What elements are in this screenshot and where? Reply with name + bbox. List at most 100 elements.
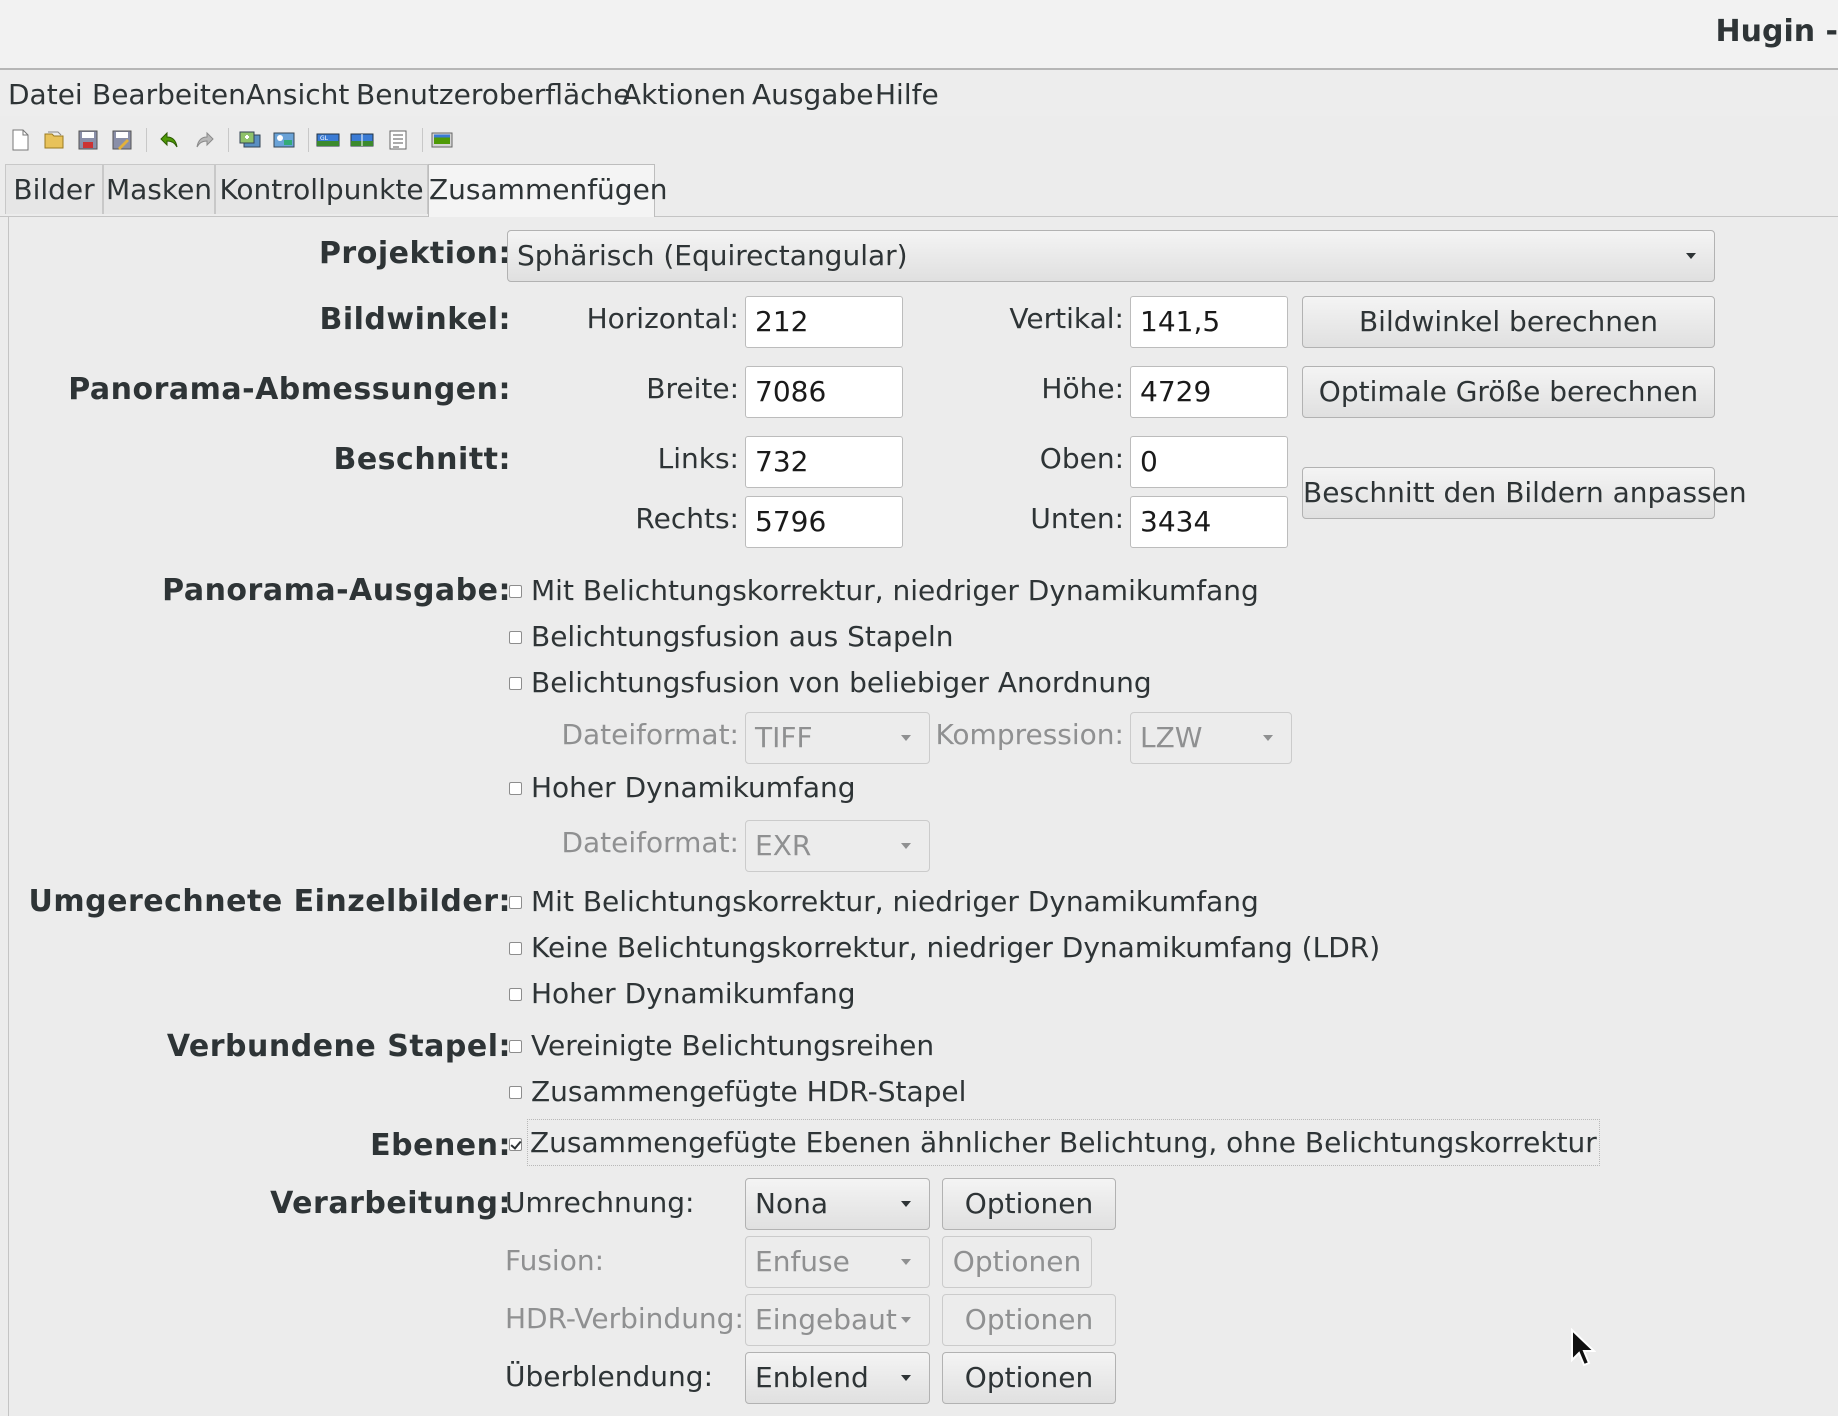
fov-horizontal-label: Horizontal:: [586, 302, 739, 335]
remapped-exposure-corrected-label[interactable]: Mit Belichtungskorrektur, niedriger Dyna…: [531, 885, 1259, 918]
fov-vertical-label: Vertikal:: [1009, 302, 1124, 335]
remapper-options-button[interactable]: Optionen: [942, 1178, 1116, 1230]
output-exposure-corrected-label[interactable]: Mit Belichtungskorrektur, niedriger Dyna…: [531, 574, 1259, 607]
hdr-stacks-label[interactable]: Zusammengefügte HDR-Stapel: [531, 1075, 966, 1108]
fusion-combo[interactable]: Enfuse: [745, 1236, 930, 1288]
redo-icon[interactable]: [192, 128, 216, 152]
output-exposure-corrected-checkbox[interactable]: [509, 585, 522, 598]
calculate-optimal-size-button[interactable]: Optimale Größe berechnen: [1302, 366, 1715, 418]
ldr-format-label: Dateiformat:: [561, 718, 739, 751]
compression-label: Kompression:: [935, 718, 1124, 751]
chevron-down-icon: [901, 1375, 911, 1381]
chevron-down-icon: [901, 843, 911, 849]
hdr-merge-combo[interactable]: Eingebaut: [745, 1294, 930, 1346]
menu-aktionen[interactable]: Aktionen: [622, 78, 746, 111]
output-fused-any-label[interactable]: Belichtungsfusion von beliebiger Anordnu…: [531, 666, 1152, 699]
fit-crop-to-images-button[interactable]: Beschnitt den Bildern anpassen: [1302, 467, 1747, 519]
remapped-no-correction-checkbox[interactable]: [509, 942, 522, 955]
hdr-format-combo[interactable]: EXR: [745, 820, 930, 872]
remapper-value: Nona: [755, 1187, 828, 1220]
hdr-merge-value: Eingebaut: [755, 1303, 897, 1336]
projection-value: Sphärisch (Equirectangular): [517, 239, 908, 272]
hdr-merge-options-button[interactable]: Optionen: [942, 1294, 1116, 1346]
menu-datei[interactable]: Datei: [8, 78, 83, 111]
tab-kontrollpunkte[interactable]: Kontrollpunkte: [215, 164, 428, 214]
output-fused-stacks-label[interactable]: Belichtungsfusion aus Stapeln: [531, 620, 954, 653]
ldr-format-value: TIFF: [755, 721, 813, 754]
add-time-series-icon[interactable]: [272, 128, 296, 152]
ldr-format-combo[interactable]: TIFF: [745, 712, 930, 764]
save-as-icon[interactable]: [110, 128, 134, 152]
tab-masken[interactable]: Masken: [103, 164, 215, 214]
menu-benutzeroberflaeche[interactable]: Benutzeroberfläche: [356, 78, 631, 111]
remapped-no-correction-label[interactable]: Keine Belichtungskorrektur, niedriger Dy…: [531, 931, 1380, 964]
crop-right-input[interactable]: 5796: [745, 496, 903, 548]
width-input[interactable]: 7086: [745, 366, 903, 418]
blended-layers-checkbox[interactable]: [509, 1138, 522, 1151]
remapped-exposure-corrected-checkbox[interactable]: [509, 896, 522, 909]
remapper-label: Umrechnung:: [505, 1186, 695, 1219]
toolbar: GL: [0, 118, 1838, 162]
width-label: Breite:: [646, 372, 739, 405]
output-hdr-label[interactable]: Hoher Dynamikumfang: [531, 771, 856, 804]
hdr-format-value: EXR: [755, 829, 812, 862]
tab-bar: Bilder Masken Kontrollpunkte Zusammenfüg…: [0, 164, 1838, 217]
remapper-combo[interactable]: Nona: [745, 1178, 930, 1230]
mouse-cursor-icon: [1571, 1328, 1596, 1367]
save-icon[interactable]: [76, 128, 100, 152]
open-project-icon[interactable]: [42, 128, 66, 152]
tab-zusammenfuegen[interactable]: Zusammenfügen: [428, 164, 668, 217]
stitch-icon[interactable]: [430, 128, 454, 152]
hdr-format-label: Dateiformat:: [561, 826, 739, 859]
fusion-value: Enfuse: [755, 1245, 850, 1278]
blender-options-button[interactable]: Optionen: [942, 1352, 1116, 1404]
fusion-options-button[interactable]: Optionen: [942, 1236, 1092, 1288]
exposure-stacks-checkbox[interactable]: [509, 1040, 522, 1053]
size-label: Panorama-Abmessungen:: [68, 372, 511, 407]
blended-layers-label[interactable]: Zusammengefügte Ebenen ähnlicher Belicht…: [527, 1119, 1600, 1166]
calculate-fov-button[interactable]: Bildwinkel berechnen: [1302, 296, 1715, 348]
crop-bottom-label: Unten:: [1030, 502, 1124, 535]
blender-combo[interactable]: Enblend: [745, 1352, 930, 1404]
chevron-down-icon: [1686, 253, 1696, 259]
fov-vertical-input[interactable]: 141,5: [1130, 296, 1288, 348]
remapped-images-label: Umgerechnete Einzelbilder:: [28, 884, 511, 919]
chevron-down-icon: [901, 1317, 911, 1323]
preview-panorama-icon[interactable]: GL: [316, 128, 340, 152]
optimize-icon[interactable]: [386, 128, 410, 152]
exposure-stacks-label[interactable]: Vereinigte Belichtungsreihen: [531, 1029, 934, 1062]
remapped-hdr-checkbox[interactable]: [509, 988, 522, 1001]
title-bar: Hugin -: [0, 0, 1838, 70]
combined-stacks-label: Verbundene Stapel:: [166, 1029, 511, 1064]
remapped-hdr-label[interactable]: Hoher Dynamikumfang: [531, 977, 856, 1010]
undo-icon[interactable]: [158, 128, 182, 152]
menu-hilfe[interactable]: Hilfe: [875, 78, 939, 111]
output-fused-any-checkbox[interactable]: [509, 677, 522, 690]
new-project-icon[interactable]: [8, 128, 32, 152]
menu-ansicht[interactable]: Ansicht: [246, 78, 349, 111]
crop-left-label: Links:: [657, 442, 739, 475]
svg-text:GL: GL: [320, 135, 329, 142]
height-input[interactable]: 4729: [1130, 366, 1288, 418]
hdr-stacks-checkbox[interactable]: [509, 1086, 522, 1099]
output-hdr-checkbox[interactable]: [509, 782, 522, 795]
add-images-icon[interactable]: [238, 128, 262, 152]
compression-combo[interactable]: LZW: [1130, 712, 1292, 764]
crop-right-label: Rechts:: [635, 502, 739, 535]
chevron-down-icon: [901, 1259, 911, 1265]
crop-top-input[interactable]: 0: [1130, 436, 1288, 488]
blender-label: Überblendung:: [505, 1360, 714, 1393]
projection-label: Projektion:: [318, 236, 511, 271]
menu-ausgabe[interactable]: Ausgabe: [752, 78, 873, 111]
menu-bearbeiten[interactable]: Bearbeiten: [92, 78, 246, 111]
chevron-down-icon: [1263, 735, 1273, 741]
fast-preview-icon[interactable]: [350, 128, 374, 152]
panorama-output-label: Panorama-Ausgabe:: [162, 573, 511, 608]
tab-bilder[interactable]: Bilder: [5, 164, 103, 214]
crop-bottom-input[interactable]: 3434: [1130, 496, 1288, 548]
crop-left-input[interactable]: 732: [745, 436, 903, 488]
fov-horizontal-input[interactable]: 212: [745, 296, 903, 348]
output-fused-stacks-checkbox[interactable]: [509, 631, 522, 644]
projection-combo[interactable]: Sphärisch (Equirectangular): [507, 230, 1715, 282]
hdr-merge-label: HDR-Verbindung:: [505, 1302, 744, 1335]
